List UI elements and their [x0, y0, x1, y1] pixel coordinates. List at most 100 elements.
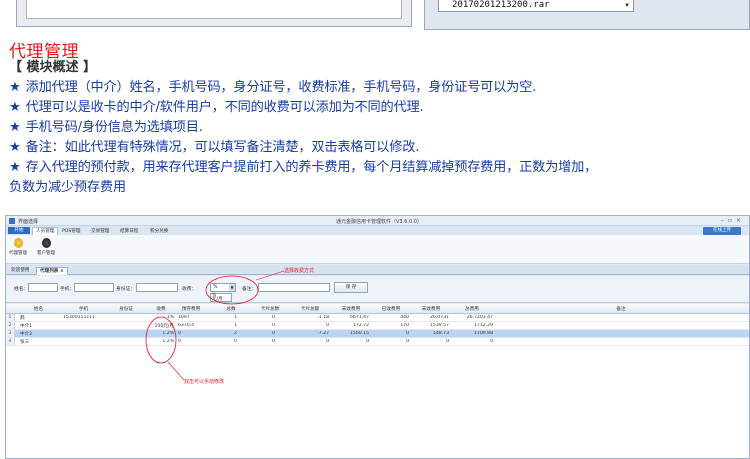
- cell-amount[interactable]: 0: [291, 323, 329, 328]
- customer-management-button[interactable]: 客户管理: [36, 237, 56, 256]
- cell-name[interactable]: 中介2: [20, 331, 60, 337]
- name-label: 姓名：: [14, 287, 29, 292]
- cell-unpaid[interactable]: 1560.15: [331, 331, 369, 336]
- column-header[interactable]: 未收费用: [411, 306, 451, 312]
- agent-grid[interactable]: 姓名 手机 身份证 收费 预存费用 总数 卡片总数 卡片总额 未收费用 已收费用…: [6, 304, 749, 458]
- cell-count[interactable]: 1: [234, 323, 249, 328]
- tab-agent-list[interactable]: 代理列表 ×: [36, 267, 68, 275]
- column-header[interactable]: 姓名: [16, 306, 61, 312]
- cell-fee[interactable]: 1%: [146, 315, 174, 320]
- cell-amount[interactable]: -7.27: [291, 331, 329, 336]
- cell-prepaid[interactable]: 0: [178, 331, 208, 336]
- cell-count[interactable]: 1: [234, 315, 249, 320]
- cell-unpaid2[interactable]: 0: [411, 339, 449, 344]
- chevron-down-icon[interactable]: ▼: [229, 284, 235, 291]
- fee-option[interactable]: 元/月: [212, 297, 231, 302]
- phone-label: 手机：: [60, 287, 75, 292]
- agent-management-button[interactable]: 代理管理: [8, 237, 28, 256]
- cell-phone[interactable]: 15300111111: [63, 315, 106, 320]
- column-header[interactable]: 总数: [211, 306, 251, 312]
- menu-bar: 开始 人员管理 POS管理 交易管理 结算日程 积分兑换: [6, 226, 749, 235]
- remark-input[interactable]: [258, 283, 330, 292]
- cell-prepaid[interactable]: 1097: [178, 315, 208, 320]
- table-row[interactable]: 2 中介1 100元/月 6370.4 1 0 0 172.72 170 153…: [6, 322, 749, 330]
- column-header[interactable]: 总费用: [451, 306, 493, 312]
- cell-unpaid2[interactable]: 1539.57: [411, 323, 449, 328]
- table-row-selected[interactable]: 3 中介2 1.2% 0 2 0 -7.27 1560.15 0 148.73 …: [6, 330, 749, 338]
- online-upload-button[interactable]: 在线上传: [703, 227, 741, 235]
- cell-unpaid[interactable]: 0: [331, 339, 369, 344]
- app-window: 界面选择 通元金融信用卡管理软件（V3.6.0.0） –▫× 开始 人员管理 P…: [5, 215, 750, 459]
- column-header[interactable]: 预存费用: [176, 306, 206, 312]
- cell-paid[interactable]: 170: [371, 323, 409, 328]
- cell-count[interactable]: 2: [234, 331, 249, 336]
- fee-select-value: %: [213, 285, 218, 290]
- phone-input[interactable]: [74, 283, 114, 292]
- cell-cards[interactable]: 0: [272, 323, 287, 328]
- cell-total[interactable]: 26,7201.47: [451, 315, 493, 320]
- cell-amount[interactable]: -1.18: [291, 315, 329, 320]
- cell-name[interactable]: 中介1: [20, 323, 60, 329]
- menu-item-schedule[interactable]: 结算日程: [120, 228, 138, 234]
- row-number: 3: [6, 330, 15, 337]
- chevron-down-icon[interactable]: ▼: [622, 0, 632, 11]
- cell-unpaid[interactable]: 172.72: [331, 323, 369, 328]
- column-header[interactable]: 备注: [496, 306, 746, 312]
- cell-cards[interactable]: 0: [272, 339, 287, 344]
- annotation-fee-mode: 选择收费方式: [284, 268, 315, 274]
- id-input[interactable]: [136, 283, 178, 292]
- skin-selector[interactable]: 界面选择: [18, 218, 38, 225]
- menu-item-transactions[interactable]: 交易管理: [91, 228, 109, 234]
- bullet-text: 手机号码/身份信息为选填项目.: [25, 120, 203, 135]
- id-label: 身份证：: [116, 287, 136, 292]
- column-header[interactable]: 已收费用: [371, 306, 411, 312]
- filename-field[interactable]: 20170201213200.rar ▼: [438, 0, 634, 12]
- fee-select[interactable]: % ▼: [210, 283, 236, 292]
- bullet-continuation: 负数为减少预存费用: [9, 180, 126, 195]
- cell-count[interactable]: 0: [234, 339, 249, 344]
- column-header[interactable]: 身份证: [106, 306, 146, 312]
- cell-prepaid[interactable]: 0: [178, 339, 208, 344]
- cell-total[interactable]: 0: [451, 339, 493, 344]
- cell-paid[interactable]: 440: [371, 315, 409, 320]
- column-header[interactable]: 卡片总数: [251, 306, 289, 312]
- column-header[interactable]: 未收费用: [331, 306, 371, 312]
- cell-amount[interactable]: 0: [291, 339, 329, 344]
- bullet-item: ★ 备注：如此代理有特殊情况，可以填写备注清楚，双击表格可以修改.: [9, 136, 419, 155]
- tab-welcome[interactable]: 欢迎使用: [8, 267, 32, 275]
- app-icon: [9, 218, 15, 224]
- column-header[interactable]: 手机: [61, 306, 106, 312]
- cell-total[interactable]: 1712.29: [451, 323, 493, 328]
- cell-unpaid[interactable]: 6671.47: [331, 315, 369, 320]
- customer-icon: [41, 238, 51, 248]
- cell-total[interactable]: 1709.88: [451, 331, 493, 336]
- cell-fee[interactable]: 100元/月: [146, 323, 174, 329]
- cell-unpaid2[interactable]: 26,0731: [411, 315, 449, 320]
- cell-fee[interactable]: 1.2%: [146, 339, 174, 344]
- cell-paid[interactable]: 0: [371, 339, 409, 344]
- cell-fee[interactable]: 1.2%: [146, 331, 174, 336]
- table-row[interactable]: 1 郝 15300111111 1% 1097 1 0 -1.18 6671.4…: [6, 314, 749, 322]
- save-button[interactable]: 保 存: [334, 282, 368, 293]
- column-header[interactable]: 卡片总额: [291, 306, 329, 312]
- menu-item-personnel[interactable]: 人员管理: [32, 227, 59, 235]
- menu-item-points[interactable]: 积分兑换: [150, 228, 168, 234]
- cell-cards[interactable]: 0: [272, 331, 287, 336]
- cell-name[interactable]: 郝: [20, 315, 60, 321]
- start-menu-button[interactable]: 开始: [8, 227, 30, 234]
- row-number: 1: [6, 314, 15, 321]
- cell-cards[interactable]: 0: [272, 315, 287, 320]
- cell-paid[interactable]: 0: [371, 331, 409, 336]
- table-row[interactable]: 4 张三 1.2% 0 0 0 0 0 0 0 0: [6, 338, 749, 346]
- cell-unpaid2[interactable]: 148.73: [411, 331, 449, 336]
- close-icon[interactable]: ×: [60, 269, 64, 274]
- window-controls[interactable]: –▫×: [721, 217, 745, 224]
- name-input[interactable]: [28, 283, 58, 292]
- cell-name[interactable]: 张三: [20, 339, 60, 345]
- annotation-double-click: 双击可以手动修改: [184, 379, 225, 385]
- menu-item-pos[interactable]: POS管理: [62, 228, 81, 234]
- column-header[interactable]: 收费: [146, 306, 176, 312]
- bullet-text: 代理可以是收卡的中介/软件用户，不同的收费可以添加为不同的代理.: [25, 100, 424, 115]
- cell-prepaid[interactable]: 6370.4: [178, 323, 208, 328]
- fee-dropdown[interactable]: % 元/月: [210, 293, 232, 302]
